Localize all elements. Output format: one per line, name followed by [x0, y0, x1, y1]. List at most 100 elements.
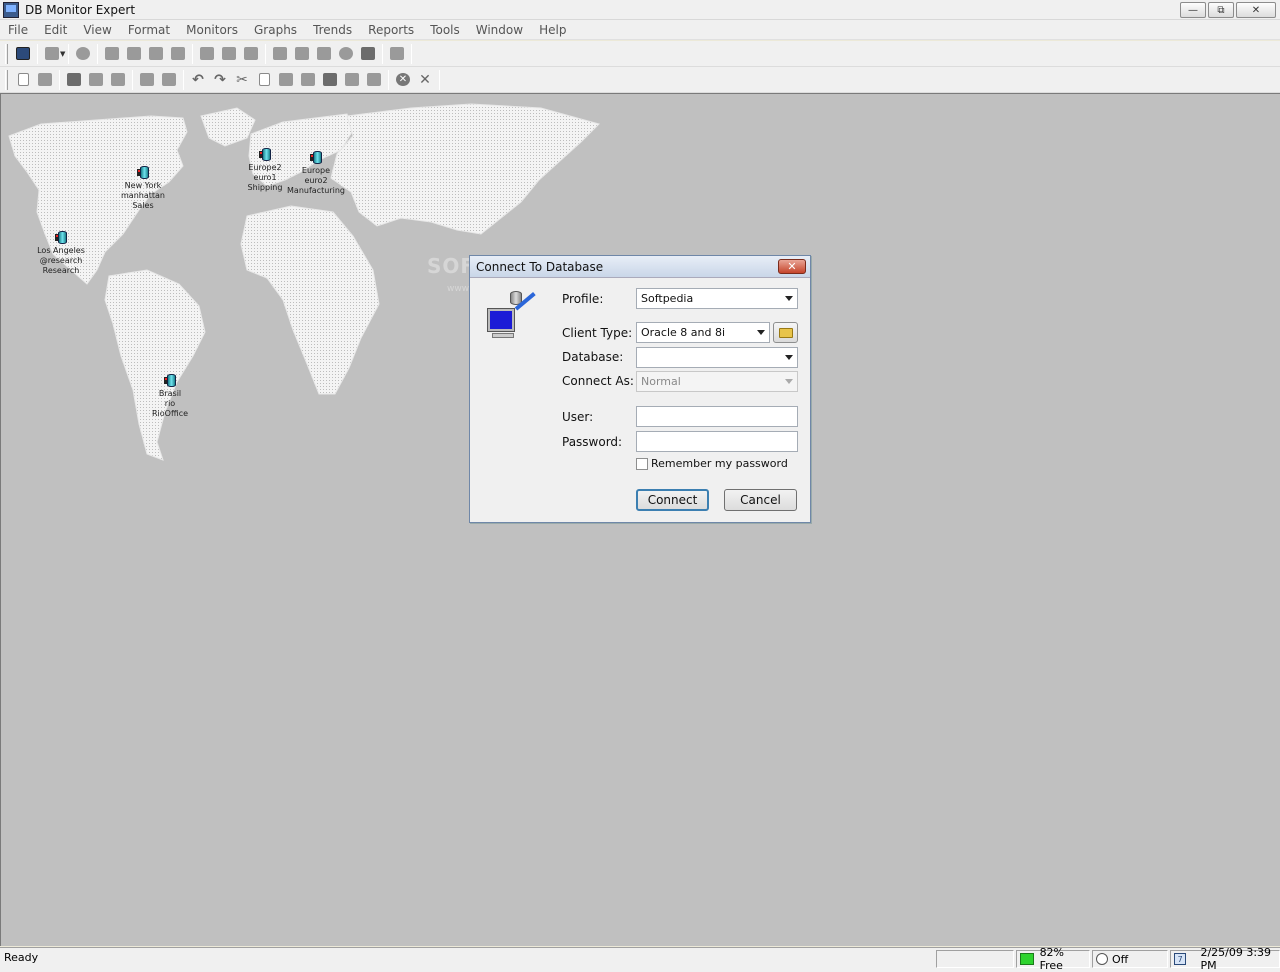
menu-edit[interactable]: Edit	[36, 23, 75, 37]
database-server-icon	[259, 148, 271, 162]
greenland-shape	[200, 107, 256, 147]
pen-button[interactable]	[269, 43, 291, 65]
site-europe[interactable]: Europe euro2 Manufacturing	[281, 151, 351, 196]
remember-password-label[interactable]: Remember my password	[651, 457, 788, 470]
connect-button[interactable]: Connect	[636, 489, 709, 511]
toolbar-separator	[382, 43, 384, 64]
database-icon	[76, 47, 91, 60]
puzzle-button[interactable]	[291, 43, 313, 65]
menu-tools[interactable]: Tools	[422, 23, 468, 37]
toolbar-separator	[132, 69, 133, 90]
filter-icon	[345, 73, 359, 86]
objects-button[interactable]	[167, 43, 189, 65]
monitor-view-button[interactable]	[12, 43, 34, 65]
menu-monitors[interactable]: Monitors	[178, 23, 246, 37]
menu-reports[interactable]: Reports	[360, 23, 422, 37]
menu-help[interactable]: Help	[531, 23, 574, 37]
alert-button[interactable]	[335, 43, 357, 65]
folder-icon	[778, 327, 793, 338]
menu-window[interactable]: Window	[468, 23, 531, 37]
cut-button[interactable]: ✂	[231, 69, 253, 91]
stop-button[interactable]	[357, 43, 379, 65]
undo-button[interactable]: ↶	[187, 69, 209, 91]
redo-button[interactable]: ↷	[209, 69, 231, 91]
copy-button[interactable]	[253, 69, 275, 91]
toolbar-separator	[59, 69, 60, 90]
minimize-button[interactable]: —	[1180, 2, 1206, 18]
database-label: Database:	[562, 350, 624, 364]
password-input[interactable]	[636, 431, 798, 452]
toolbar-grip[interactable]	[5, 43, 8, 64]
connect-as-label: Connect As:	[562, 374, 634, 388]
database-combo[interactable]	[636, 347, 798, 368]
erase-button[interactable]	[297, 69, 319, 91]
site-los-angeles[interactable]: Los Angeles @research Research	[26, 231, 96, 276]
site-label: Europe	[301, 166, 331, 175]
menu-format[interactable]: Format	[120, 23, 178, 37]
profile-combo[interactable]: Softpedia	[636, 288, 798, 309]
hierarchy-button[interactable]	[218, 43, 240, 65]
site-label: euro2	[304, 176, 328, 185]
dialog-close-button[interactable]: ✕	[778, 259, 806, 274]
tree-button[interactable]	[196, 43, 218, 65]
sort-button[interactable]	[363, 69, 385, 91]
menu-bar: File Edit View Format Monitors Graphs Tr…	[0, 20, 1280, 40]
connect-as-combo: Normal	[636, 371, 798, 392]
status-panel-empty	[936, 950, 1014, 968]
graph-icon	[149, 47, 164, 60]
menu-view[interactable]: View	[75, 23, 119, 37]
print-button[interactable]	[85, 69, 107, 91]
client-type-combo[interactable]: Oracle 8 and 8i	[636, 322, 770, 343]
performance-button[interactable]	[145, 43, 167, 65]
close-window-button[interactable]: ✕	[414, 69, 436, 91]
menu-graphs[interactable]: Graphs	[246, 23, 305, 37]
window-title: DB Monitor Expert	[25, 2, 136, 17]
remember-password-checkbox[interactable]	[636, 458, 648, 470]
cancel-button[interactable]: Cancel	[724, 489, 797, 511]
print-preview-button[interactable]	[107, 69, 129, 91]
locks-button[interactable]	[123, 43, 145, 65]
select-all-button[interactable]	[319, 69, 341, 91]
new-button[interactable]	[12, 69, 34, 91]
browse-client-button[interactable]	[773, 322, 798, 343]
structure-button[interactable]	[240, 43, 262, 65]
scissors-icon: ✂	[236, 71, 248, 88]
calendar-icon: 7	[1174, 953, 1187, 965]
chevron-down-icon[interactable]: ▼	[60, 50, 65, 58]
app-icon	[3, 1, 19, 18]
title-bar: DB Monitor Expert — ⧉ ✕	[0, 0, 1280, 20]
close-icon: ✕	[419, 71, 431, 88]
dialog-title-bar: Connect To Database	[470, 256, 810, 278]
properties-button[interactable]	[386, 43, 408, 65]
site-new-york[interactable]: New York manhattan Sales	[108, 166, 178, 211]
site-brasil[interactable]: Brasil rio RioOffice	[135, 374, 205, 419]
sessions-button[interactable]	[101, 43, 123, 65]
toolbar-grip[interactable]	[5, 69, 8, 90]
plug-icon	[45, 47, 59, 60]
database-button[interactable]	[72, 43, 94, 65]
paste-icon	[279, 73, 293, 86]
computer-database-icon	[487, 291, 544, 343]
site-label: Manufacturing	[287, 186, 345, 195]
paste-button[interactable]	[275, 69, 297, 91]
cancel-query-button[interactable]: ✕	[392, 69, 414, 91]
tree-icon	[200, 47, 215, 60]
profile-value: Softpedia	[641, 292, 694, 305]
replace-button[interactable]	[158, 69, 180, 91]
restore-button[interactable]: ⧉	[1208, 2, 1234, 18]
close-button[interactable]: ✕	[1236, 2, 1276, 18]
save-button[interactable]	[63, 69, 85, 91]
filter-button[interactable]	[341, 69, 363, 91]
menu-file[interactable]: File	[0, 23, 36, 37]
stop-icon	[361, 47, 376, 60]
find-button[interactable]	[136, 69, 158, 91]
africa-shape	[240, 205, 380, 395]
org-chart-button[interactable]	[313, 43, 335, 65]
org-chart-icon	[317, 47, 332, 60]
database-server-icon	[137, 166, 149, 180]
open-button[interactable]	[34, 69, 56, 91]
user-input[interactable]	[636, 406, 798, 427]
toolbar-separator	[388, 69, 389, 90]
menu-trends[interactable]: Trends	[305, 23, 360, 37]
standard-toolbar: ↶ ↷ ✂ ✕ ✕	[0, 67, 1280, 93]
